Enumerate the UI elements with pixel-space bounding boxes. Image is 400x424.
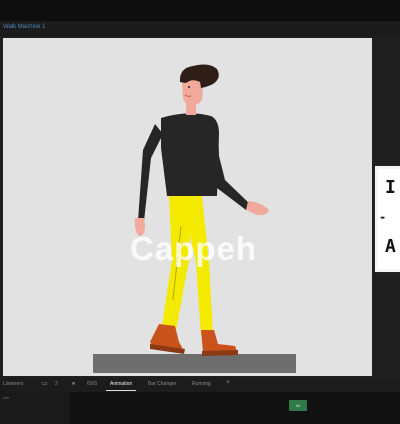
preview-glyph-1: I xyxy=(385,177,396,198)
ground-platform xyxy=(93,354,296,373)
top-toolbar xyxy=(0,0,400,21)
fps-label[interactable]: 60/S xyxy=(87,381,97,387)
front-arm xyxy=(208,120,250,210)
timeline-tabs-bar: Listeners ▭ 2 ⏸ 60/S Animation Bar Chang… xyxy=(0,378,400,392)
artboard[interactable]: Cappeh xyxy=(3,38,372,376)
keyframe-marker[interactable]: ## xyxy=(289,400,307,411)
tab-animation[interactable]: Animation xyxy=(110,381,132,387)
artboard-bar xyxy=(0,21,400,37)
add-tab-button[interactable]: + xyxy=(226,379,230,386)
side-preview-panel: I - A xyxy=(373,164,400,274)
preview-glyph-3: A xyxy=(385,236,396,257)
play-pause-icon[interactable]: ⏸ xyxy=(72,381,75,388)
active-tab-indicator xyxy=(106,390,136,391)
tab-running[interactable]: Running xyxy=(192,381,211,387)
back-shoe xyxy=(201,330,237,352)
back-sole xyxy=(202,350,238,356)
bottom-panel: Listeners ▭ 2 ⏸ 60/S Animation Bar Chang… xyxy=(0,378,400,424)
timeline-layers[interactable] xyxy=(0,392,70,424)
folder-icon[interactable]: ▭ xyxy=(42,381,48,388)
eye xyxy=(188,86,190,88)
timeline-track[interactable] xyxy=(70,392,400,424)
front-hand xyxy=(246,201,269,216)
layer-count: 2 xyxy=(55,381,58,387)
walking-character[interactable] xyxy=(3,38,372,376)
preview-glyph-2: - xyxy=(379,210,387,224)
back-arm xyxy=(138,124,163,221)
tab-bar-changer[interactable]: Bar Changer xyxy=(148,381,176,387)
timeline-row-label: Idle xyxy=(3,395,10,400)
artboard-name[interactable]: Walk Machine 1 xyxy=(3,24,45,30)
listeners-tab[interactable]: Listeners xyxy=(3,381,23,387)
watermark-text: Cappeh xyxy=(130,230,258,267)
